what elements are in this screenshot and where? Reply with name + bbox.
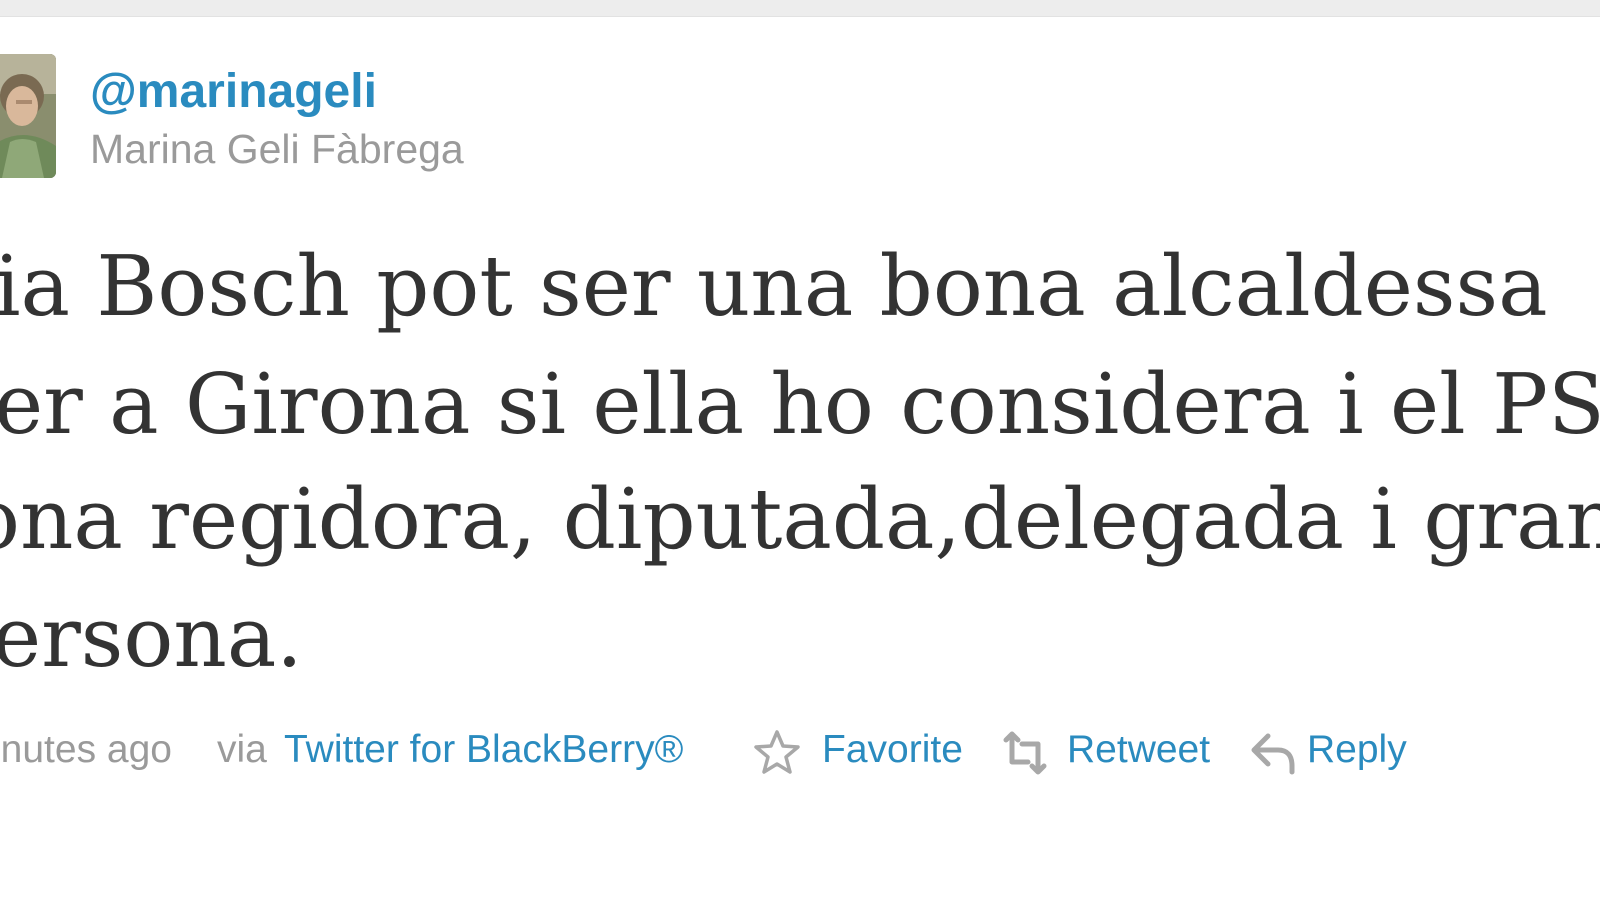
via-label: via [217,728,267,771]
tweet-text-line: er a Girona si ella ho considera i el PS… [0,356,1600,453]
tweet-text-line: ona regidora, diputada,delegada i gran [0,471,1600,568]
favorite-button[interactable]: Favorite [752,718,982,782]
tweet-text: ia Bosch pot ser una bona alcaldessa er … [0,0,1600,720]
retweet-icon [1003,731,1047,775]
source-app-link[interactable]: Twitter for BlackBerry® [284,718,683,782]
tweet-meta-bar: inutes ago via Twitter for BlackBerry® F… [0,718,1600,782]
retweet-button[interactable]: Retweet [1000,718,1230,782]
star-icon [754,730,800,774]
reply-label: Reply [1307,728,1407,771]
tweet-text-line: ersona. [0,589,303,686]
retweet-label: Retweet [1067,728,1211,771]
favorite-label: Favorite [822,728,963,771]
timestamp-link[interactable]: inutes ago [0,718,172,782]
reply-icon [1251,733,1295,775]
tweet-text-line: ia Bosch pot ser una bona alcaldessa [0,238,1548,335]
reply-button[interactable]: Reply [1248,718,1428,782]
tweet-page: @marinageli Marina Geli Fàbrega ia Bosch… [0,0,1600,900]
